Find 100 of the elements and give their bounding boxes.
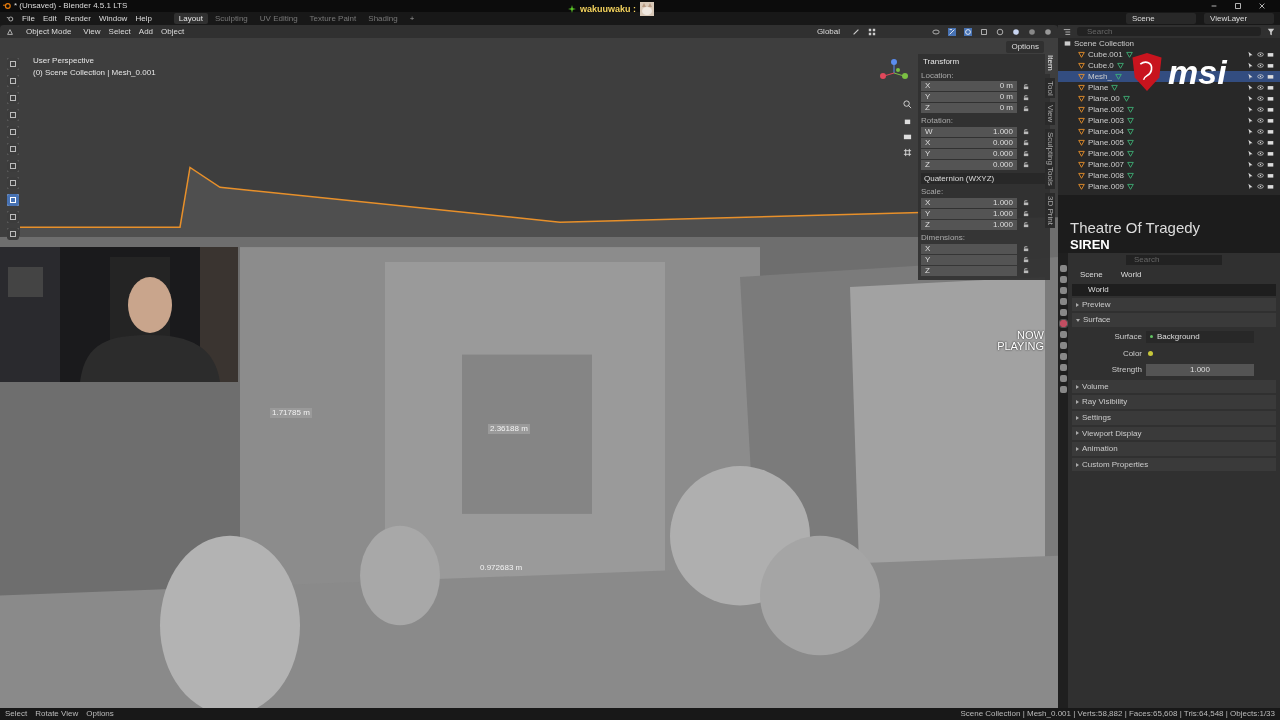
- outliner-row[interactable]: Plane.002: [1058, 104, 1280, 115]
- restore-icon[interactable]: [1234, 2, 1242, 10]
- status-hint: Rotate View: [35, 709, 79, 719]
- view-layer-selector[interactable]: ViewLayer: [1204, 12, 1274, 25]
- panel-header[interactable]: Ray Visibility: [1072, 395, 1276, 409]
- window-title: * (Unsaved) - Blender 4.5.1 LTS: [14, 1, 128, 11]
- solid-shading-icon[interactable]: [1012, 27, 1020, 36]
- property-label: Strength: [1110, 365, 1142, 375]
- menu-item[interactable]: Edit: [42, 13, 57, 24]
- scene-statistics: Scene Collection | Mesh_0.001 | Verts:58,882 | Faces:65,608 | Tris:64,548 | Objects:1/33: [960, 709, 1275, 719]
- workspace-tab[interactable]: Layout: [173, 12, 208, 25]
- workspace-tab[interactable]: Sculpting: [209, 12, 253, 25]
- eye-icon[interactable]: [1257, 106, 1264, 113]
- mode-dropdown[interactable]: Object Mode: [22, 26, 76, 37]
- add-workspace-button[interactable]: +: [404, 12, 420, 25]
- properties-tab-icon[interactable]: [1059, 276, 1067, 283]
- outliner-row[interactable]: Plane.00: [1058, 93, 1280, 104]
- properties-tab-icon[interactable]: [1059, 320, 1067, 327]
- outliner-row[interactable]: Plane.003: [1058, 115, 1280, 126]
- panel-header[interactable]: Animation: [1072, 442, 1276, 456]
- outliner-row[interactable]: Plane.008: [1058, 170, 1280, 181]
- outliner-row[interactable]: Plane.009: [1058, 181, 1280, 192]
- properties-tab-icon[interactable]: [1059, 375, 1067, 382]
- eye-icon[interactable]: [1257, 51, 1264, 58]
- outliner-row[interactable]: Plane.004: [1058, 126, 1280, 137]
- collection-icon: [1064, 40, 1071, 47]
- panel-header[interactable]: Surface: [1072, 313, 1276, 327]
- eye-icon[interactable]: [1257, 62, 1264, 69]
- menu-item[interactable]: View: [83, 26, 101, 37]
- filter-icon[interactable]: [1267, 27, 1275, 36]
- menu-item[interactable]: Object: [161, 26, 185, 37]
- snap-icon[interactable]: [852, 27, 860, 36]
- overlay-toggle-icon[interactable]: [964, 27, 972, 36]
- grid-icon[interactable]: [868, 27, 876, 36]
- eye-icon[interactable]: [1257, 183, 1264, 190]
- eye-icon[interactable]: [1257, 172, 1264, 179]
- workspace-tab[interactable]: UV Editing: [254, 12, 303, 25]
- panel-header[interactable]: Viewport Display: [1072, 426, 1276, 441]
- xray-icon[interactable]: [980, 27, 988, 36]
- eye-icon[interactable]: [1257, 95, 1264, 102]
- orientation-dropdown[interactable]: Global: [812, 26, 844, 37]
- visibility-icon[interactable]: [932, 27, 940, 36]
- properties-tab-icon[interactable]: [1059, 386, 1067, 393]
- scene-selector[interactable]: Scene: [1126, 12, 1196, 25]
- properties-tab-icon[interactable]: [1059, 309, 1067, 316]
- properties-tab-icon[interactable]: [1059, 342, 1067, 349]
- eye-icon[interactable]: [1257, 73, 1264, 80]
- menu-item[interactable]: Window: [98, 13, 128, 24]
- collection-name[interactable]: Scene Collection: [1074, 38, 1135, 49]
- outliner-row[interactable]: Plane.005: [1058, 137, 1280, 148]
- eye-icon[interactable]: [1257, 139, 1264, 146]
- breadcrumb-item[interactable]: World: [1120, 269, 1142, 280]
- outliner-row[interactable]: Plane.006: [1058, 148, 1280, 159]
- eye-icon[interactable]: [1257, 150, 1264, 157]
- outliner-row[interactable]: Cube.001: [1058, 49, 1280, 60]
- eye-icon[interactable]: [1257, 128, 1264, 135]
- song-title: Theatre Of Tragedy: [1070, 219, 1202, 238]
- property-label: Color: [1121, 348, 1142, 359]
- menu-item[interactable]: Help: [135, 13, 152, 24]
- properties-tab-icon[interactable]: [1059, 265, 1067, 272]
- app-menu-icon[interactable]: [6, 14, 14, 23]
- breadcrumb-item[interactable]: Scene: [1080, 269, 1103, 280]
- panel-header[interactable]: Preview: [1072, 297, 1276, 312]
- wireframe-shading-icon[interactable]: [996, 27, 1004, 36]
- star-icon: [568, 5, 576, 13]
- outliner-row[interactable]: Plane.007: [1058, 159, 1280, 170]
- eye-icon[interactable]: [1257, 84, 1264, 91]
- menu-item[interactable]: File: [22, 13, 35, 24]
- eye-icon[interactable]: [1257, 117, 1264, 124]
- panel-header[interactable]: Volume: [1072, 379, 1276, 394]
- properties-tab-icon[interactable]: [1059, 364, 1067, 371]
- property-label: Surface: [1113, 331, 1142, 342]
- editor-type-icon[interactable]: [6, 27, 14, 36]
- song-artist: SIREN: [1070, 237, 1111, 253]
- properties-tab-icon[interactable]: [1059, 331, 1067, 338]
- menu-item[interactable]: Add: [138, 26, 154, 37]
- number-field[interactable]: 1.000: [1146, 364, 1254, 376]
- material-shading-icon[interactable]: [1028, 27, 1036, 36]
- properties-tab-icon[interactable]: [1059, 298, 1067, 305]
- shader-dropdown[interactable]: Background: [1146, 330, 1254, 343]
- minimize-icon[interactable]: [1210, 2, 1218, 10]
- color-socket-icon[interactable]: [1148, 350, 1153, 356]
- menu-item[interactable]: Render: [64, 13, 91, 24]
- app-logo-icon: [3, 2, 11, 10]
- properties-tab-icon[interactable]: [1059, 287, 1067, 294]
- properties-tab-icon[interactable]: [1059, 353, 1067, 360]
- panel-header[interactable]: Settings: [1072, 410, 1276, 425]
- workspace-tab[interactable]: Texture Paint: [304, 12, 362, 25]
- display-mode-icon[interactable]: [1063, 27, 1071, 36]
- status-hint: Select: [5, 709, 28, 719]
- panel-header[interactable]: Custom Properties: [1072, 457, 1276, 472]
- chat-username: wakuuwaku :: [580, 3, 636, 15]
- rendered-shading-icon[interactable]: [1044, 27, 1052, 36]
- status-hint: Options: [86, 709, 114, 719]
- menu-item[interactable]: Select: [108, 26, 131, 37]
- gizmo-toggle-icon[interactable]: [948, 27, 956, 36]
- close-icon[interactable]: [1258, 2, 1266, 10]
- workspace-tab[interactable]: Shading: [363, 12, 403, 25]
- world-name-field[interactable]: World: [1072, 284, 1276, 296]
- eye-icon[interactable]: [1257, 161, 1264, 168]
